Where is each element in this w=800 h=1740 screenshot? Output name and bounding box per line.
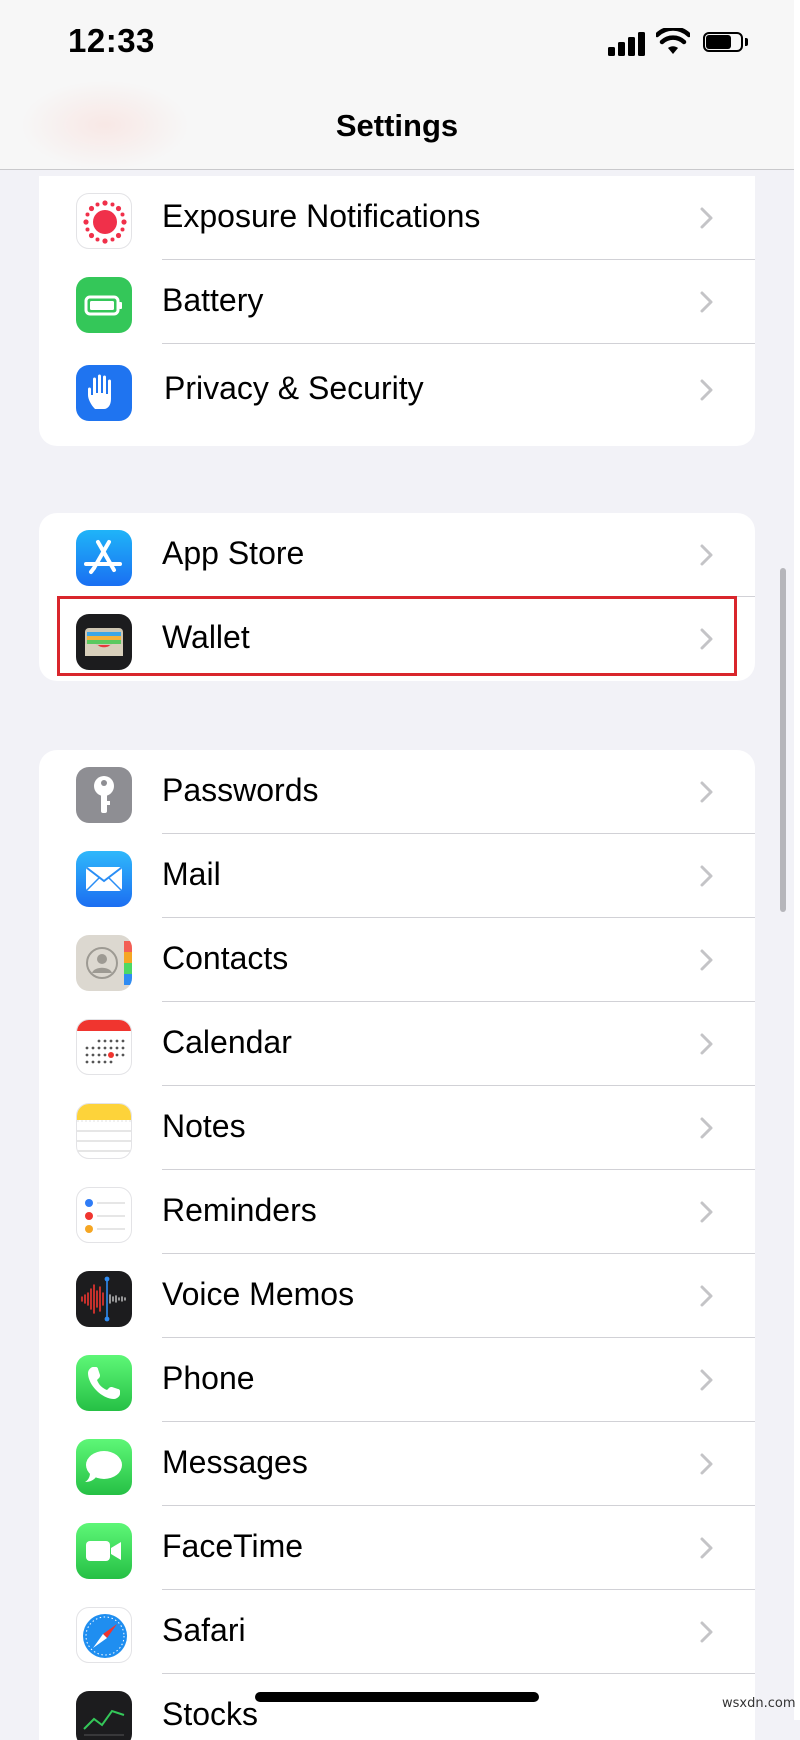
chevron-right-icon <box>700 1117 713 1139</box>
settings-row-label: Reminders <box>162 1192 317 1228</box>
settings-row-voice-memos[interactable]: Voice Memos <box>39 1254 755 1338</box>
settings-row-mail[interactable]: Mail <box>39 834 755 918</box>
battery-status-icon <box>703 32 749 54</box>
battery-icon <box>76 277 132 333</box>
navigation-bar: 12:33 Settings <box>0 0 794 170</box>
settings-row-label: Phone <box>162 1360 255 1396</box>
scrollbar[interactable] <box>780 568 786 912</box>
mail-icon <box>76 851 132 907</box>
settings-row-battery[interactable]: Battery <box>39 260 755 344</box>
chevron-right-icon <box>700 1201 713 1223</box>
settings-row-label: Privacy & Security <box>164 370 424 406</box>
settings-row-notes[interactable]: Notes <box>39 1086 755 1170</box>
settings-row-wallet[interactable]: Wallet <box>39 597 755 681</box>
cellular-signal-icon <box>608 32 648 56</box>
key-icon <box>76 767 132 823</box>
settings-row-label: Notes <box>162 1108 246 1144</box>
chevron-right-icon <box>700 1537 713 1559</box>
chevron-right-icon <box>700 1033 713 1055</box>
settings-row-label: Wallet <box>162 619 250 655</box>
settings-row-label: Calendar <box>162 1024 292 1060</box>
app-store-icon <box>76 530 132 586</box>
settings-row-label: Stocks <box>162 1696 259 1732</box>
exposure-icon <box>76 193 132 249</box>
facetime-icon <box>76 1523 132 1579</box>
reminders-icon <box>76 1187 132 1243</box>
chevron-right-icon <box>700 1453 713 1475</box>
settings-row-passwords[interactable]: Passwords <box>39 750 755 834</box>
settings-row-messages[interactable]: Messages <box>39 1422 755 1506</box>
settings-row-label: Voice Memos <box>162 1276 355 1312</box>
stocks-icon <box>76 1691 132 1740</box>
chevron-right-icon <box>700 949 713 971</box>
settings-row-phone[interactable]: Phone <box>39 1338 755 1422</box>
watermark: wsxdn.com <box>722 1696 796 1711</box>
messages-icon <box>76 1439 132 1495</box>
settings-group-1: Exposure Notifications Battery Privacy &… <box>39 176 755 446</box>
chevron-right-icon <box>700 1285 713 1307</box>
notes-icon <box>76 1103 132 1159</box>
settings-row-label: Safari <box>162 1612 246 1648</box>
settings-row-facetime[interactable]: FaceTime <box>39 1506 755 1590</box>
settings-row-label: Battery <box>162 282 264 318</box>
settings-row-calendar[interactable]: Calendar <box>39 1002 755 1086</box>
settings-row-reminders[interactable]: Reminders <box>39 1170 755 1254</box>
settings-row-label: Exposure Notifications <box>162 198 481 234</box>
chevron-right-icon <box>700 207 713 229</box>
voice-memos-icon <box>76 1271 132 1327</box>
settings-row-label: Contacts <box>162 940 289 976</box>
settings-group-2: App Store Wallet <box>39 513 755 681</box>
settings-row-safari[interactable]: Safari <box>39 1590 755 1674</box>
right-edge <box>794 0 800 1720</box>
settings-row-app-store[interactable]: App Store <box>39 513 755 597</box>
chevron-right-icon <box>700 865 713 887</box>
chevron-right-icon <box>700 291 713 313</box>
settings-row-stocks[interactable]: Stocks <box>39 1674 755 1740</box>
page-title: Settings <box>335 108 459 143</box>
chevron-right-icon <box>700 1369 713 1391</box>
chevron-right-icon <box>700 781 713 803</box>
settings-group-3: Passwords Mail Contacts Calendar Notes R… <box>39 750 755 1740</box>
wifi-icon <box>656 28 690 54</box>
settings-row-label: Messages <box>162 1444 308 1480</box>
settings-row-contacts[interactable]: Contacts <box>39 918 755 1002</box>
wallet-icon <box>76 614 132 670</box>
settings-row-privacy-security[interactable]: Privacy & Security <box>39 344 755 436</box>
settings-row-exposure-notifications[interactable]: Exposure Notifications <box>39 176 755 260</box>
settings-row-label: App Store <box>162 535 305 571</box>
chevron-right-icon <box>700 1621 713 1643</box>
chevron-right-icon <box>700 379 713 401</box>
chevron-right-icon <box>700 628 713 650</box>
home-indicator[interactable] <box>255 1692 539 1702</box>
settings-row-label: Mail <box>162 856 221 892</box>
hand-icon <box>76 365 132 421</box>
calendar-icon <box>76 1019 132 1075</box>
settings-row-label: Passwords <box>162 772 319 808</box>
contacts-icon <box>76 935 132 991</box>
safari-icon <box>76 1607 132 1663</box>
chevron-right-icon <box>700 544 713 566</box>
status-time: 12:33 <box>68 22 155 59</box>
settings-row-label: FaceTime <box>162 1528 304 1564</box>
phone-icon <box>76 1355 132 1411</box>
